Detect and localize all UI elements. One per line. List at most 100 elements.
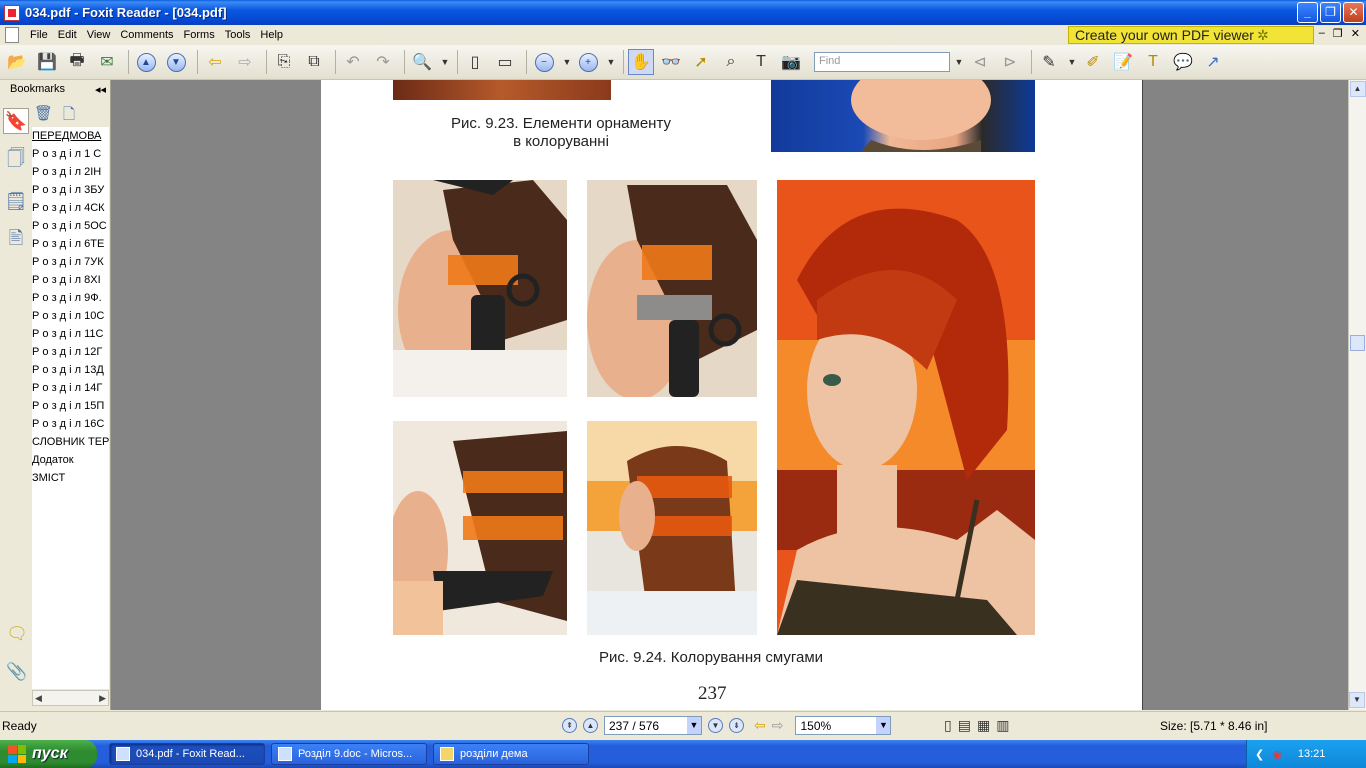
minimize-button[interactable]: _: [1297, 2, 1318, 23]
bookmark-item[interactable]: Р о з д і л 7УК: [32, 253, 109, 271]
scroll-down-icon[interactable]: ▼: [1349, 692, 1365, 708]
zoom-out-icon[interactable]: −: [531, 49, 557, 75]
page-number-field[interactable]: 237 / 576 ▼: [604, 716, 702, 735]
doc-close-button[interactable]: ✕: [1351, 27, 1360, 40]
open-folder-icon[interactable]: 📂: [4, 49, 30, 75]
promo-banner[interactable]: Create your own PDF viewer ✲: [1068, 26, 1314, 44]
taskbar-item-folder[interactable]: розділи дема: [433, 743, 589, 765]
menu-tools[interactable]: Tools: [220, 29, 256, 41]
attachment-paperclip-icon[interactable]: 📎: [2, 662, 32, 682]
history-back-icon[interactable]: ⇦: [754, 717, 766, 734]
bookmark-item[interactable]: Р о з д і л 12Г: [32, 343, 109, 361]
redo-icon[interactable]: ↷: [370, 49, 396, 75]
fit-page-icon[interactable]: ▯: [462, 49, 488, 75]
menu-comments[interactable]: Comments: [115, 29, 178, 41]
bookmark-item[interactable]: Р о з д і л 5ОС: [32, 217, 109, 235]
doc-minimize-button[interactable]: –: [1319, 27, 1325, 40]
bookmark-item[interactable]: Р о з д і л 11С: [32, 325, 109, 343]
delete-bookmark-icon[interactable]: 🗑: [34, 104, 53, 129]
pdf-page[interactable]: Рис. 9.23. Елементи орнаменту в колорува…: [321, 80, 1143, 710]
single-page-layout-icon[interactable]: ▯: [944, 717, 952, 734]
bookmark-item[interactable]: Р о з д і л 1 С: [32, 145, 109, 163]
find-next-icon[interactable]: ⊳: [997, 49, 1023, 75]
save-icon[interactable]: 💾: [34, 49, 60, 75]
annotation-dropdown-icon[interactable]: ▼: [1066, 49, 1078, 75]
menu-file[interactable]: File: [25, 29, 53, 41]
find-dropdown-icon[interactable]: ▼: [953, 49, 965, 75]
next-page-icon[interactable]: ▼: [163, 49, 189, 75]
layers-tab-icon[interactable]: 🗒: [3, 188, 29, 214]
bookmark-horizontal-scrollbar[interactable]: ◀ ▶: [32, 690, 109, 706]
zoom-in-icon[interactable]: +: [575, 49, 601, 75]
taskbar-item-word[interactable]: Розділ 9.doc - Micros...: [271, 743, 427, 765]
bookmark-item[interactable]: ЗМІСТ: [32, 469, 109, 487]
text-viewer-icon[interactable]: 👓: [658, 49, 684, 75]
select-arrow-icon[interactable]: ➚: [688, 49, 714, 75]
scrollbar-thumb[interactable]: [1350, 335, 1365, 351]
start-button[interactable]: пуск: [0, 740, 97, 768]
fit-width-icon[interactable]: ▭: [492, 49, 518, 75]
zoom-field[interactable]: 150% ▼: [795, 716, 892, 735]
insert-page-icon[interactable]: ⎘: [271, 49, 297, 75]
typewriter-icon[interactable]: T: [1140, 49, 1166, 75]
document-view[interactable]: Рис. 9.23. Елементи орнаменту в колорува…: [111, 80, 1348, 710]
bookmark-item[interactable]: Р о з д і л 15П: [32, 397, 109, 415]
menu-forms[interactable]: Forms: [179, 29, 220, 41]
menu-view[interactable]: View: [82, 29, 116, 41]
bookmark-item[interactable]: Р о з д і л 3БУ: [32, 181, 109, 199]
facing-layout-icon[interactable]: ▦: [977, 717, 990, 734]
note-edit-icon[interactable]: 📝: [1110, 49, 1136, 75]
first-page-icon[interactable]: ⇞: [562, 718, 577, 733]
next-page-nav-icon[interactable]: ▼: [708, 718, 723, 733]
bookmark-item[interactable]: Р о з д і л 8ХІ: [32, 271, 109, 289]
hand-tool-icon[interactable]: ✋: [628, 49, 654, 75]
bookmark-item[interactable]: Р о з д і л 13Д: [32, 361, 109, 379]
annotation-pen-icon[interactable]: ✎: [1036, 49, 1062, 75]
last-page-icon[interactable]: ⇟: [729, 718, 744, 733]
attachments-tab-icon[interactable]: 🖹: [3, 228, 29, 254]
snapshot-camera-icon[interactable]: 📷: [778, 49, 804, 75]
prev-page-icon[interactable]: ▲: [583, 718, 598, 733]
restore-button[interactable]: ❐: [1320, 2, 1341, 23]
bookmark-item[interactable]: ПЕРЕДМОВА: [32, 127, 109, 145]
email-icon[interactable]: ✉: [94, 49, 120, 75]
collapse-panel-icon[interactable]: ◂◂: [95, 83, 106, 96]
doc-restore-button[interactable]: ❐: [1333, 27, 1343, 40]
bookmark-item[interactable]: Р о з д і л 10С: [32, 307, 109, 325]
comment-bubble-icon[interactable]: 💬: [1170, 49, 1196, 75]
zoom-in-dropdown-icon[interactable]: ▼: [605, 49, 617, 75]
bookmark-item[interactable]: СЛОВНИК ТЕР: [32, 433, 109, 451]
menu-edit[interactable]: Edit: [53, 29, 82, 41]
continuous-facing-layout-icon[interactable]: ▥: [996, 717, 1009, 734]
taskbar-item-foxit[interactable]: 034.pdf - Foxit Read...: [109, 743, 265, 765]
zoom-field-dropdown-icon[interactable]: ▼: [876, 717, 891, 734]
bookmark-item[interactable]: Р о з д і л 9Ф.: [32, 289, 109, 307]
binoculars-icon[interactable]: ⌕: [718, 49, 744, 75]
scroll-right-icon[interactable]: ▶: [99, 693, 106, 704]
document-vertical-scrollbar[interactable]: ▲ ▼: [1348, 80, 1366, 710]
previous-page-icon[interactable]: ▲: [133, 49, 159, 75]
continuous-layout-icon[interactable]: ▤: [958, 717, 971, 734]
zoom-dropdown-arrow-icon[interactable]: ▼: [439, 49, 451, 75]
bookmark-item[interactable]: Додаток: [32, 451, 109, 469]
scroll-up-icon[interactable]: ▲: [1349, 81, 1366, 97]
undo-icon[interactable]: ↶: [340, 49, 366, 75]
scroll-left-icon[interactable]: ◀: [35, 693, 42, 704]
bookmarks-tab-icon[interactable]: 🔖: [3, 108, 29, 134]
bookmark-item[interactable]: Р о з д і л 16С: [32, 415, 109, 433]
comments-panel-icon[interactable]: 🗨: [2, 624, 32, 644]
document-icon[interactable]: [5, 27, 19, 43]
bookmark-item[interactable]: Р о з д і л 14Г: [32, 379, 109, 397]
history-forward-icon[interactable]: ⇨: [772, 717, 784, 734]
page-dropdown-icon[interactable]: ▼: [687, 717, 701, 734]
zoom-in-magnifier-icon[interactable]: 🔍: [409, 49, 435, 75]
back-arrow-icon[interactable]: ⇦: [202, 49, 228, 75]
bookmark-item[interactable]: Р о з д і л 2ІН: [32, 163, 109, 181]
arrow-tool-icon[interactable]: ↗: [1200, 49, 1226, 75]
pencil-tool-icon[interactable]: ✐: [1080, 49, 1106, 75]
close-button[interactable]: ✕: [1343, 2, 1364, 23]
foxit-app-icon[interactable]: [4, 4, 20, 21]
bookmark-item[interactable]: Р о з д і л 6ТЕ: [32, 235, 109, 253]
add-bookmark-icon[interactable]: 🗋: [63, 104, 75, 129]
print-icon[interactable]: 🖶: [64, 49, 90, 75]
